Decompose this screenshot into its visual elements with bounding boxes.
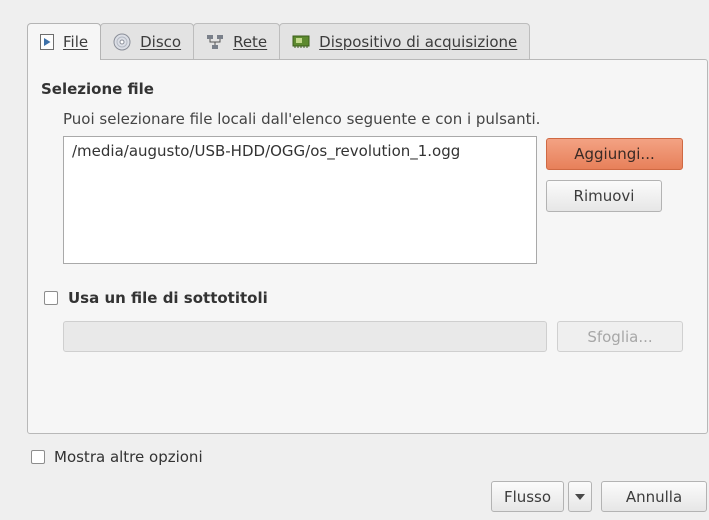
capture-card-icon <box>292 35 310 48</box>
file-list[interactable]: /media/augusto/USB-HDD/OGG/os_revolution… <box>63 136 537 264</box>
cancel-button[interactable]: Annulla <box>601 481 707 512</box>
file-tab-panel: Selezione file Puoi selezionare file loc… <box>27 59 708 434</box>
tab-disco-label: Disco <box>140 32 182 51</box>
tab-dispositivo[interactable]: Dispositivo di acquisizione <box>279 23 531 59</box>
more-options-label[interactable]: Mostra altre opzioni <box>54 448 203 466</box>
more-options-checkbox[interactable] <box>31 450 45 464</box>
subtitles-checkbox-label[interactable]: Usa un file di sottotitoli <box>68 289 268 307</box>
chevron-down-icon <box>575 493 585 500</box>
list-item[interactable]: /media/augusto/USB-HDD/OGG/os_revolution… <box>64 137 536 165</box>
play-file-icon <box>40 34 54 50</box>
subtitles-path-field <box>63 321 547 352</box>
network-icon <box>207 34 224 49</box>
tab-file[interactable]: File <box>27 23 102 60</box>
add-button[interactable]: Aggiungi... <box>546 138 683 170</box>
subtitles-row: Usa un file di sottotitoli <box>44 289 268 307</box>
tab-rete[interactable]: Rete <box>193 23 281 59</box>
remove-button[interactable]: Rimuovi <box>546 180 662 212</box>
tab-rete-label: Rete <box>233 32 268 51</box>
tab-file-label: File <box>63 33 89 51</box>
disc-icon <box>113 33 131 50</box>
section-title: Selezione file <box>41 80 154 98</box>
subtitles-checkbox[interactable] <box>44 291 58 305</box>
stream-menu-button[interactable] <box>568 481 592 512</box>
tab-disco[interactable]: Disco <box>100 23 195 59</box>
selection-hint: Puoi selezionare file locali dall'elenco… <box>63 110 541 128</box>
browse-button: Sfoglia... <box>557 321 683 352</box>
more-options-row: Mostra altre opzioni <box>31 448 203 466</box>
tab-bar: File Disco Rete Dispositivo di acquisizi… <box>27 23 531 60</box>
stream-button[interactable]: Flusso <box>491 481 564 512</box>
tab-dispositivo-label: Dispositivo di acquisizione <box>319 32 518 51</box>
